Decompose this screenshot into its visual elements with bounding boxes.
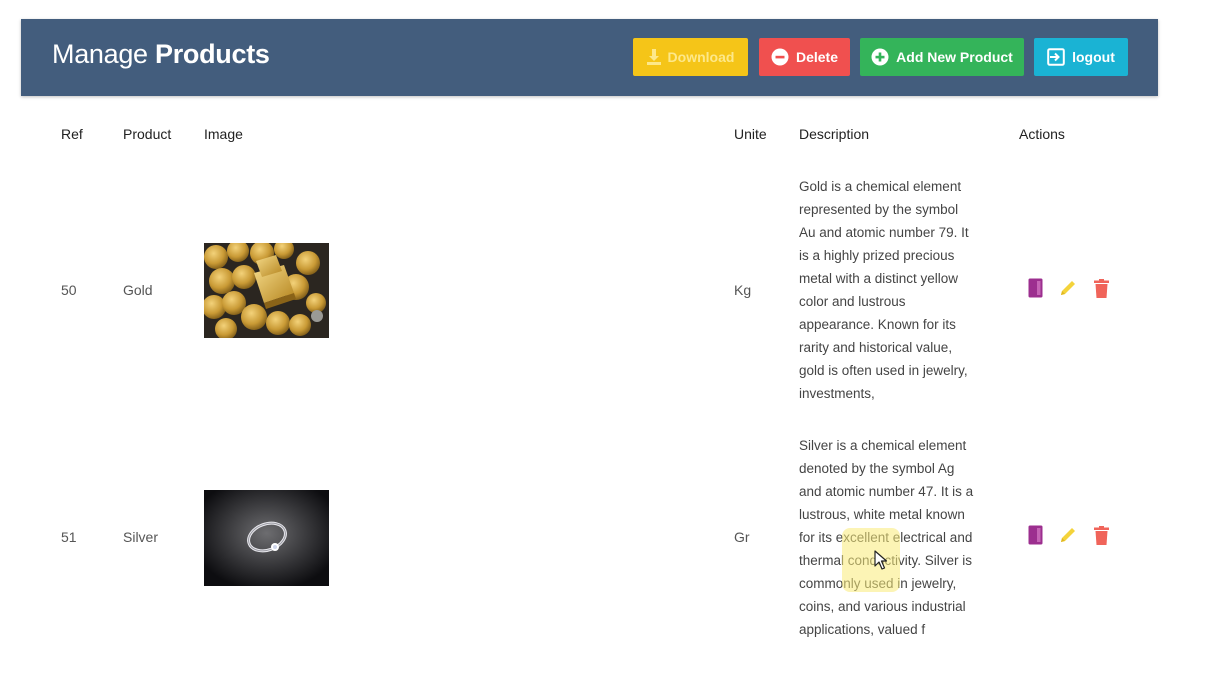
minus-circle-icon: [771, 48, 789, 66]
description-line: investments,: [799, 386, 875, 401]
book-icon: [1028, 525, 1042, 545]
logout-label: logout: [1072, 49, 1115, 65]
add-new-product-label: Add New Product: [896, 49, 1013, 65]
silver-product-image: [204, 490, 329, 586]
column-header-ref: Ref: [61, 126, 83, 142]
product-cell: Gold: [123, 282, 153, 298]
page-title: Manage Products: [52, 39, 270, 70]
delete-label: Delete: [795, 49, 839, 65]
trash-icon: [1093, 278, 1109, 298]
column-header-unite: Unite: [734, 126, 767, 142]
edit-product-button[interactable]: [1058, 277, 1078, 299]
view-product-button[interactable]: [1025, 524, 1045, 546]
column-header-image: Image: [204, 126, 243, 142]
column-header-actions: Actions: [1019, 126, 1065, 142]
page-header: Manage Products Download Delete Add New …: [21, 19, 1158, 96]
delete-button[interactable]: Delete: [759, 38, 850, 76]
cursor-highlight: [842, 528, 900, 592]
description-line: Au and atomic number 79. It: [799, 225, 969, 240]
view-product-button[interactable]: [1025, 277, 1045, 299]
download-button[interactable]: Download: [633, 38, 748, 76]
description-line: metal with a distinct yellow: [799, 271, 959, 286]
unit-cell: Gr: [734, 529, 750, 545]
description-line: Silver is a chemical element: [799, 438, 967, 453]
description-line: coins, and various industrial: [799, 599, 966, 614]
description-line: and atomic number 47. It is a: [799, 484, 974, 499]
edit-product-button[interactable]: [1058, 524, 1078, 546]
description-cell: Gold is a chemical element represented b…: [799, 175, 991, 405]
description-line: color and lustrous: [799, 294, 906, 309]
description-line: Gold is a chemical element: [799, 179, 962, 194]
logout-icon: [1047, 48, 1065, 66]
trash-icon: [1093, 525, 1109, 545]
pencil-icon: [1061, 281, 1075, 295]
pencil-icon: [1061, 528, 1075, 542]
title-prefix: Manage: [52, 39, 148, 69]
download-label: Download: [667, 49, 735, 65]
description-line: applications, valued f: [799, 622, 926, 637]
description-line: gold is often used in jewelry,: [799, 363, 968, 378]
delete-product-button[interactable]: [1091, 524, 1111, 546]
logout-button[interactable]: logout: [1034, 38, 1128, 76]
book-icon: [1028, 278, 1042, 298]
unit-cell: Kg: [734, 282, 752, 298]
description-line: lustrous, white metal known: [799, 507, 965, 522]
add-new-product-button[interactable]: Add New Product: [860, 38, 1024, 76]
description-line: denoted by the symbol Ag: [799, 461, 955, 476]
plus-circle-icon: [871, 48, 889, 66]
mouse-cursor-icon: [874, 550, 888, 575]
ref-cell: 51: [61, 529, 77, 545]
product-cell: Silver: [123, 529, 159, 545]
title-bold: Products: [154, 39, 270, 69]
delete-product-button[interactable]: [1091, 277, 1111, 299]
column-header-product: Product: [123, 126, 172, 142]
download-icon: [646, 49, 661, 65]
description-line: rarity and historical value,: [799, 340, 953, 355]
description-line: appearance. Known for its: [799, 317, 956, 332]
ref-cell: 50: [61, 282, 77, 298]
description-line: represented by the symbol: [799, 202, 959, 217]
column-header-description: Description: [799, 126, 870, 142]
description-line: is a highly prized precious: [799, 248, 955, 263]
gold-product-image: [202, 239, 329, 340]
